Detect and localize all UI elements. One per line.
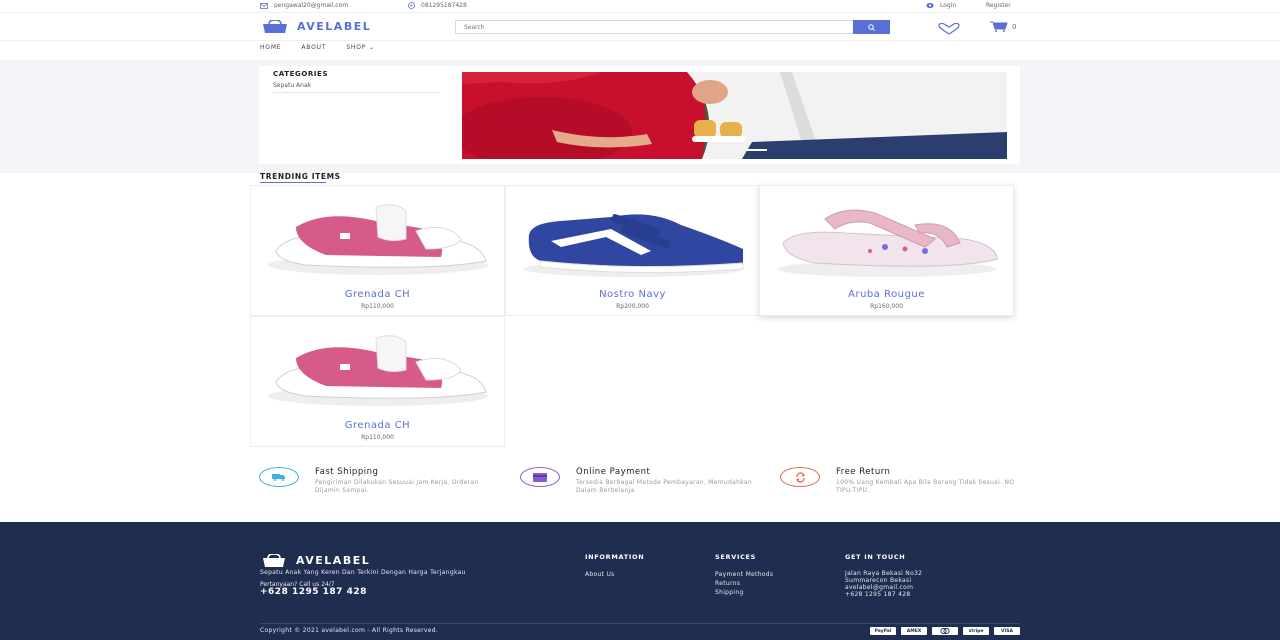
sneaker-image [523, 213, 744, 277]
register-link[interactable]: Register [986, 2, 1011, 9]
trending-title: TRENDING ITEMS [260, 172, 341, 181]
feature-online-payment: Online Payment Tersedia Berbagai Metode … [520, 465, 770, 505]
shopping-bag-icon [263, 20, 287, 33]
product-price: Rp160,000 [870, 303, 903, 310]
email-contact[interactable]: pengawal20@gmail.com [260, 2, 348, 9]
phone-contact[interactable]: 081295187428 [408, 2, 467, 9]
feature-icon-circle [259, 467, 299, 487]
product-price: Rp110,000 [361, 434, 394, 441]
product-image[interactable] [261, 191, 496, 286]
product-price: Rp110,000 [361, 303, 394, 310]
product-card[interactable]: Grenada CH Rp110,000 [250, 185, 505, 316]
footer-contact-phone[interactable]: +628 1295 187 428 [845, 591, 910, 598]
truck-icon [272, 474, 285, 481]
search-button[interactable] [853, 20, 890, 34]
footer-email[interactable]: avelabel@gmail.com [845, 584, 913, 591]
footer-link-returns[interactable]: Returns [715, 580, 740, 587]
search-input[interactable] [455, 20, 853, 34]
sandal-image [268, 334, 488, 406]
search-icon [868, 23, 875, 31]
credit-card-icon [533, 472, 547, 482]
footer-address-line: Jalan Raya Bekasi No32 [845, 570, 923, 577]
feature-fast-shipping: Fast Shipping Pengiriman Dilakukan Sesuu… [259, 465, 509, 505]
product-name[interactable]: Grenada CH [251, 420, 504, 431]
cart-icon [990, 21, 1008, 32]
footer-link-shipping[interactable]: Shipping [715, 589, 744, 596]
shopping-bag-icon [263, 554, 285, 567]
product-image[interactable] [261, 322, 496, 417]
refresh-icon [795, 471, 805, 483]
visa-badge: VISA [994, 627, 1020, 635]
footer-link-about[interactable]: About Us [585, 571, 615, 578]
user-icon [926, 2, 934, 9]
sandal-image [268, 203, 488, 275]
cart-button[interactable]: 0 [990, 21, 1016, 32]
feature-icon-circle [520, 467, 560, 487]
banner-image [462, 72, 1007, 159]
wishlist-button[interactable] [938, 20, 960, 39]
nav-shop[interactable]: SHOP ⌄ [346, 44, 374, 51]
footer-tagline: Sepatu Anak Yang Keren Dan Terkini Denga… [260, 569, 466, 576]
feature-title: Fast Shipping [315, 467, 379, 477]
footer-link-payment[interactable]: Payment Methods [715, 571, 773, 578]
search-bar [455, 20, 890, 34]
cart-count: 0 [1012, 22, 1017, 31]
footer-address-line: Summarecon Bekasi [845, 577, 912, 584]
mastercard-icon [940, 628, 950, 634]
brand-logo[interactable]: AVELABEL [260, 20, 371, 33]
mastercard-badge [932, 627, 958, 635]
register-label: Register [986, 2, 1011, 9]
footer: AVELABEL Sepatu Anak Yang Keren Dan Terk… [0, 522, 1280, 640]
product-price: Rp200,000 [616, 303, 649, 310]
product-card[interactable]: Grenada CH Rp110,000 [250, 316, 505, 447]
product-image[interactable] [516, 191, 751, 286]
product-name[interactable]: Nostro Navy [506, 289, 759, 300]
product-name[interactable]: Aruba Rougue [760, 289, 1013, 300]
hero-banner[interactable] [462, 72, 1007, 159]
categories-title: CATEGORIES [273, 70, 329, 78]
feature-description: 100% Uang Kembali Apa Bila Barang Tidak … [836, 479, 1015, 494]
sandal-image [777, 209, 998, 277]
header: AVELABEL 0 [0, 13, 1280, 41]
heart-icon [938, 22, 960, 35]
feature-title: Online Payment [576, 467, 651, 477]
feature-description: Pengiriman Dilakukan Sesuuai Jam Kerja. … [315, 479, 479, 494]
divider [273, 92, 440, 93]
nav-about[interactable]: ABOUT [301, 44, 326, 51]
nav-shop-label: SHOP [346, 44, 367, 51]
feature-description: Tersedia Berbagai Metode Pembayaran. Mem… [576, 479, 752, 494]
main-nav: HOME ABOUT SHOP ⌄ [260, 44, 395, 51]
product-card[interactable]: Aruba Rougue Rp160,000 [759, 185, 1014, 316]
brand-name: AVELABEL [297, 20, 372, 33]
copyright: Copyright © 2021 avelabel.com - All Righ… [260, 627, 439, 634]
footer-divider [260, 623, 1020, 624]
product-card[interactable]: Nostro Navy Rp200,000 [505, 185, 760, 316]
stripe-badge: stripe [963, 627, 989, 635]
nav-home[interactable]: HOME [260, 44, 281, 51]
chevron-down-icon: ⌄ [368, 44, 375, 51]
footer-brand: AVELABEL [296, 554, 371, 567]
top-bar: pengawal20@gmail.com 081295187428 Login … [0, 0, 1280, 13]
category-item[interactable]: Sepatu Anak [273, 82, 311, 89]
product-image[interactable] [770, 191, 1005, 286]
paypal-badge: PayPal [870, 627, 896, 635]
email-text: pengawal20@gmail.com [274, 2, 349, 9]
footer-services-title: SERVICES [715, 553, 757, 561]
feature-icon-circle [780, 467, 820, 487]
mail-icon [260, 2, 268, 9]
footer-phone[interactable]: +628 1295 187 428 [260, 587, 367, 597]
footer-contact-title: GET IN TOUCH [845, 553, 906, 561]
feature-title: Free Return [836, 467, 891, 477]
amex-badge: AMEX [901, 627, 927, 635]
footer-logo[interactable]: AVELABEL [260, 554, 370, 567]
footer-information-title: INFORMATION [585, 553, 645, 561]
product-name[interactable]: Grenada CH [251, 289, 504, 300]
phone-icon [408, 2, 415, 9]
login-label: Login [940, 2, 957, 9]
feature-free-return: Free Return 100% Uang Kembali Apa Bila B… [780, 465, 1030, 505]
phone-text: 081295187428 [421, 2, 467, 9]
trending-underline [260, 182, 326, 183]
login-link[interactable]: Login [926, 2, 956, 9]
